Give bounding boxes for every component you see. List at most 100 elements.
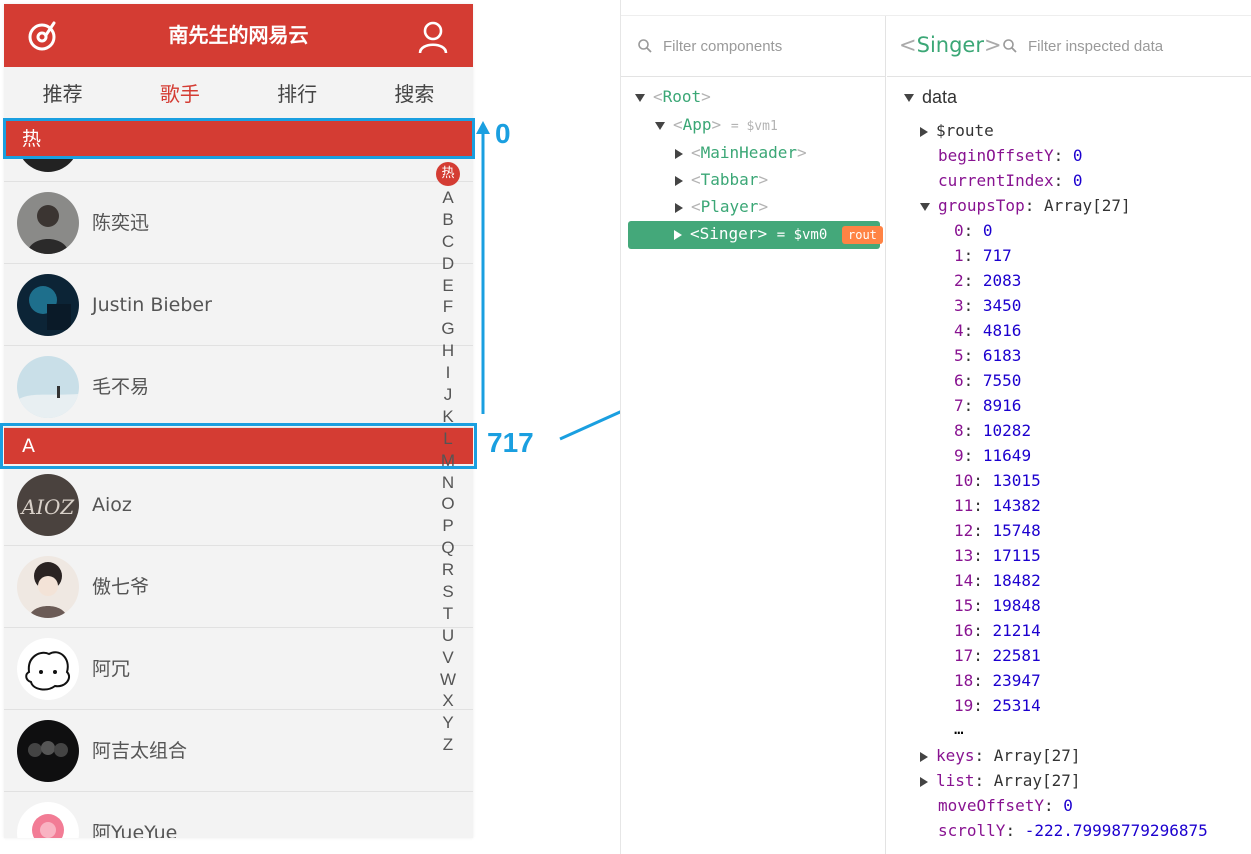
data-row-keys[interactable]: keys: Array[27] [920, 743, 1081, 768]
groupstop-item: 0: 0 [954, 221, 993, 240]
shortcut-letter[interactable]: G [434, 318, 462, 340]
tab-recommend[interactable]: 推荐 [4, 67, 121, 121]
user-icon[interactable] [416, 20, 450, 54]
tree-node-label: Tabbar [700, 170, 759, 189]
shortcut-letters: ABCDEFGHIJKLMNOPQRSTUVWXYZ [434, 187, 462, 756]
collapsed-arrow-icon[interactable] [674, 229, 682, 240]
filter-components[interactable]: Filter components [621, 16, 885, 77]
tab-singer[interactable]: 歌手 [121, 67, 238, 121]
singer-list[interactable]: 热 陈奕迅 Justin Bieber 毛不易 A AIOZ Aioz 傲七爷 … [4, 121, 473, 838]
singer-avatar [17, 192, 79, 254]
groupstop-item: 16: 21214 [954, 621, 1041, 640]
data-row-moveoffsety: moveOffsetY: 0 [938, 796, 1073, 815]
data-row-route[interactable]: $route [920, 118, 994, 143]
singer-avatar [17, 638, 79, 700]
groupstop-item: 15: 19848 [954, 596, 1041, 615]
data-section-header[interactable]: data [904, 85, 957, 110]
list-item[interactable]: 阿冗 [4, 628, 473, 710]
singer-name: Justin Bieber [92, 294, 212, 316]
search-icon [638, 39, 652, 53]
groupstop-item: 7: 8916 [954, 396, 1022, 415]
svg-text:AIOZ: AIOZ [20, 495, 76, 519]
shortcut-letter[interactable]: Y [434, 712, 462, 734]
collapsed-arrow-icon[interactable] [920, 776, 928, 787]
section-label: data [922, 87, 958, 107]
tree-node-root[interactable]: <Root> [635, 84, 711, 110]
expand-arrow-icon[interactable] [635, 93, 645, 102]
list-item[interactable]: 阿吉太组合 [4, 710, 473, 792]
shortcut-letter[interactable]: E [434, 275, 462, 297]
tree-node-tabbar[interactable]: <Tabbar> [675, 167, 768, 193]
list-item[interactable]: 毛不易 [4, 346, 473, 428]
screenshot-stage: 南先生的网易云 推荐 歌手 排行 搜索 热 陈奕迅 Justin Bieber … [0, 0, 1251, 854]
singer-avatar [17, 802, 79, 838]
list-item[interactable]: 陈奕迅 [4, 182, 473, 264]
shortcut-letter[interactable]: C [434, 231, 462, 253]
tree-node-label: Root [662, 87, 702, 106]
groupstop-item: 12: 15748 [954, 521, 1041, 540]
shortcut-letter[interactable]: F [434, 296, 462, 318]
shortcut-letter[interactable]: N [434, 472, 462, 494]
expand-arrow-icon[interactable] [655, 121, 665, 130]
tab-search[interactable]: 搜索 [356, 67, 473, 121]
vm-ref: = $vm1 [730, 119, 778, 134]
shortcut-letter[interactable]: D [434, 253, 462, 275]
inspector-header: <Singer> Filter inspected data [887, 16, 1251, 77]
data-row-groupstop[interactable]: groupsTop: Array[27] [920, 193, 1131, 218]
tree-node-mainheader[interactable]: <MainHeader> [675, 140, 807, 166]
vm-ref: = $vm0 [776, 227, 828, 243]
singer-name: 傲七爷 [92, 576, 150, 598]
components-pane: Filter components <Root> <App> = $vm1 <M… [621, 16, 886, 854]
shortcut-letter[interactable]: W [434, 669, 462, 691]
groupstop-item: 9: 11649 [954, 446, 1032, 465]
collapsed-arrow-icon[interactable] [920, 751, 928, 762]
shortcut-letter[interactable]: R [434, 559, 462, 581]
singer-avatar: AIOZ [17, 474, 79, 536]
shortcut-letter[interactable]: I [434, 362, 462, 384]
groupstop-item: 3: 3450 [954, 296, 1022, 315]
data-row-list[interactable]: list: Array[27] [920, 768, 1081, 793]
shortcut-letter[interactable]: Z [434, 734, 462, 756]
shortcut-letter[interactable]: X [434, 690, 462, 712]
groupstop-item: 5: 6183 [954, 346, 1022, 365]
shortcut-letter[interactable]: J [434, 384, 462, 406]
singer-avatar [17, 356, 79, 418]
tree-node-app[interactable]: <App> = $vm1 [655, 112, 778, 138]
groupstop-item: 6: 7550 [954, 371, 1022, 390]
app-title: 南先生的网易云 [168, 23, 309, 47]
tree-node-player[interactable]: <Player> [675, 194, 768, 220]
tree-node-label: Player [700, 197, 759, 216]
expand-arrow-icon[interactable] [920, 202, 930, 211]
shortcut-letter[interactable]: T [434, 603, 462, 625]
list-item[interactable]: 傲七爷 [4, 546, 473, 628]
list-item[interactable]: AIOZ Aioz [4, 464, 473, 546]
tree-node-singer-selected[interactable]: <Singer> = $vm0 rout [628, 221, 883, 249]
singer-avatar [17, 720, 79, 782]
shortcut-letter[interactable]: S [434, 581, 462, 603]
singer-avatar [17, 274, 79, 336]
shortcut-hot[interactable]: 热 [436, 162, 460, 186]
shortcut-letter[interactable]: B [434, 209, 462, 231]
shortcut-letter[interactable]: A [434, 187, 462, 209]
filter-inspected-input[interactable]: Filter inspected data [1028, 16, 1163, 77]
list-item[interactable]: Justin Bieber [4, 264, 473, 346]
groupstop-item: 10: 13015 [954, 471, 1041, 490]
shortcut-letter[interactable]: Q [434, 537, 462, 559]
shortcut-letter[interactable]: P [434, 515, 462, 537]
shortcut-letter[interactable]: U [434, 625, 462, 647]
collapsed-arrow-icon[interactable] [675, 148, 683, 159]
collapsed-arrow-icon[interactable] [675, 175, 683, 186]
data-row-currentindex: currentIndex: 0 [938, 171, 1083, 190]
collapsed-arrow-icon[interactable] [920, 126, 928, 137]
filter-components-input[interactable]: Filter components [663, 16, 782, 77]
inspector-pane: <Singer> Filter inspected data data $rou… [887, 16, 1251, 854]
list-item[interactable]: 阿YueYue [4, 792, 473, 838]
collapsed-arrow-icon[interactable] [675, 202, 683, 213]
annotation-value-717: 717 [487, 427, 534, 458]
shortcut-letter[interactable]: V [434, 647, 462, 669]
annotation-box-a [0, 423, 477, 469]
expand-arrow-icon[interactable] [904, 94, 914, 103]
shortcut-letter[interactable]: O [434, 493, 462, 515]
shortcut-letter[interactable]: H [434, 340, 462, 362]
tab-rank[interactable]: 排行 [239, 67, 356, 121]
